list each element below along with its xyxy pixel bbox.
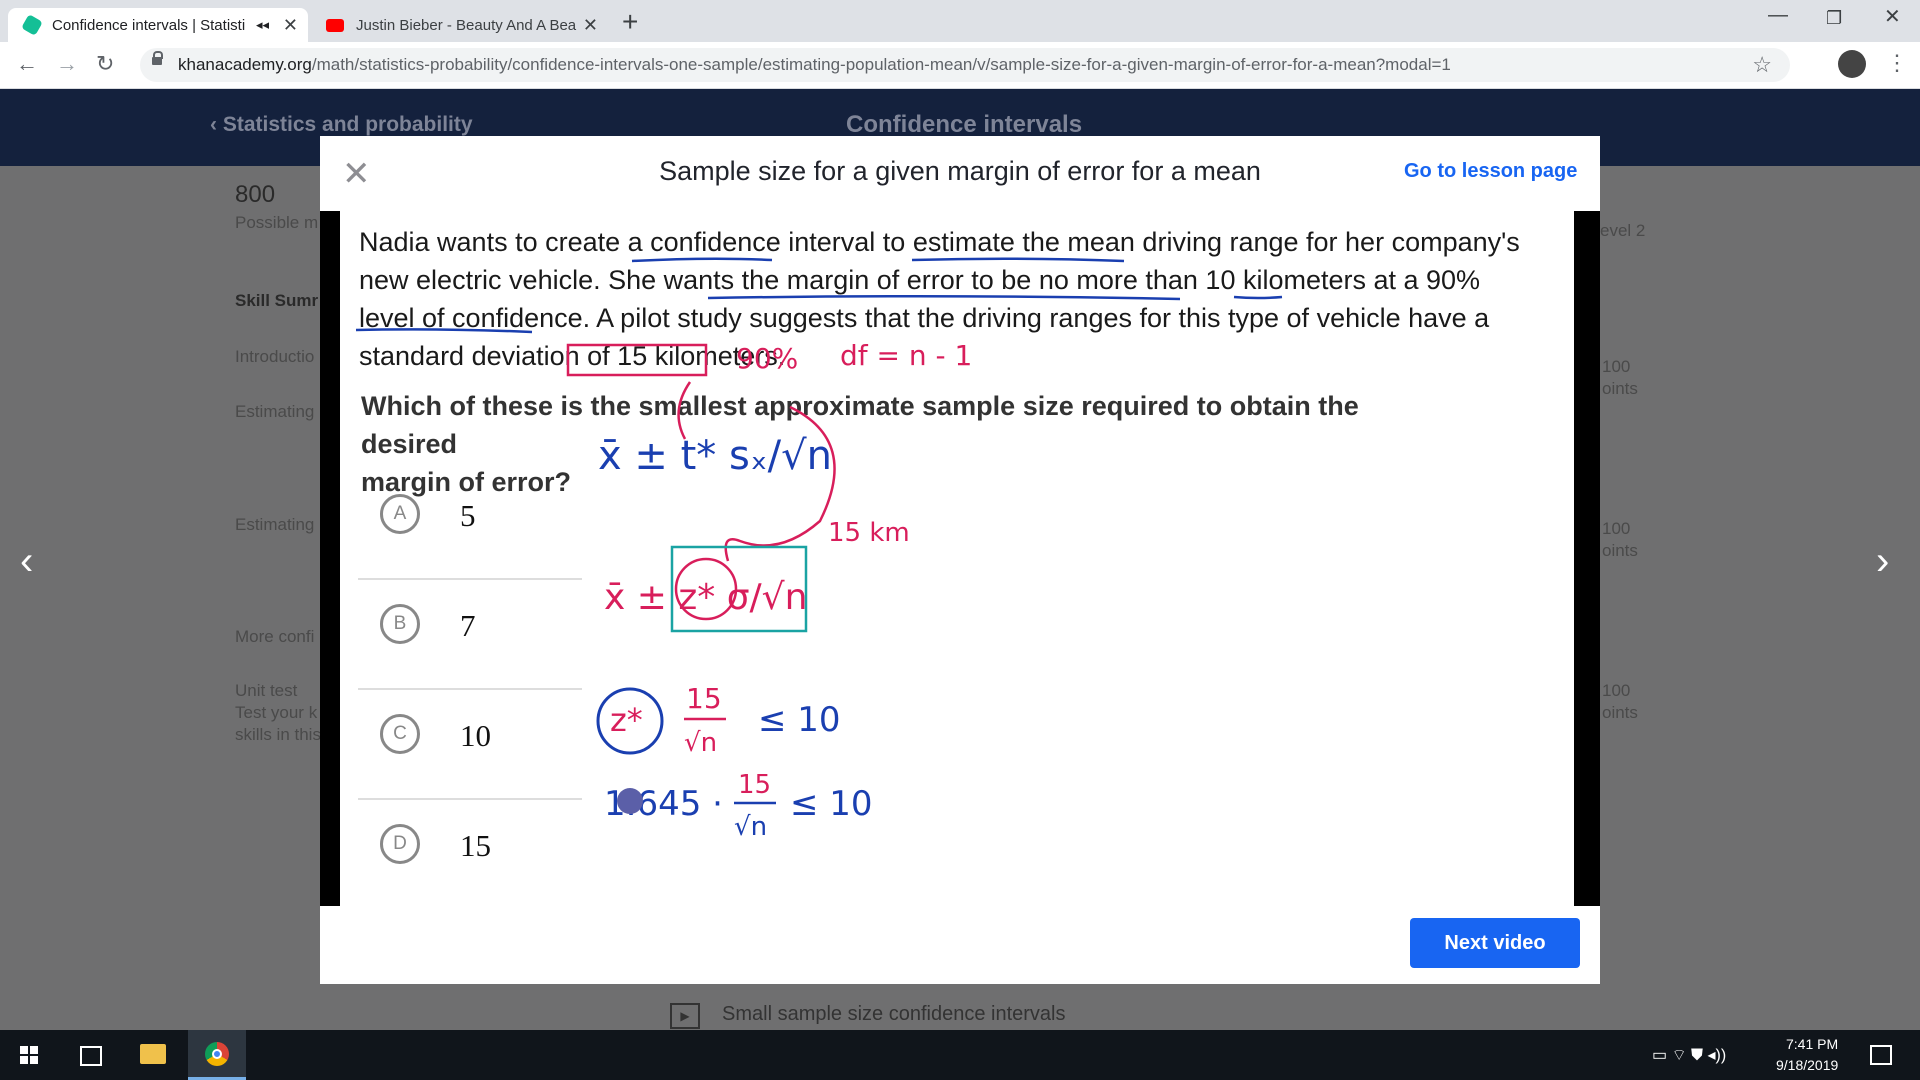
sidebar-item[interactable]: Estimating [235,402,314,422]
red-note: df = n - 1 [840,339,972,372]
red-note: 15 km [828,518,910,548]
next-arrow-icon[interactable]: › [1876,539,1889,584]
sidebar-item[interactable]: Estimating [235,515,314,535]
ineq1-rhs: ≤ 10 [758,700,841,740]
blue-underlines [355,257,1283,334]
next-video-button[interactable]: Next video [1410,918,1580,968]
points-badge: 100 [1602,357,1631,376]
task-view-icon[interactable] [80,1046,102,1066]
points-badge: oints [1602,541,1638,560]
clock-time[interactable]: 7:41 PM [1786,1036,1838,1052]
ineq2-den: √n [734,812,767,842]
breadcrumb[interactable]: ‹ Statistics and probability [210,113,473,137]
points-badge: 100 [1602,519,1631,538]
tab-title: Justin Bieber - Beauty And A Bea [356,16,577,34]
z-star: z* [610,701,643,739]
youtube-icon [326,18,344,32]
video-player[interactable]: Nadia wants to create a confidence inter… [320,211,1600,906]
system-tray-icons[interactable]: ▭ ⌔ ⛊ ◂)) [1652,1045,1726,1065]
skill-summary: Skill Sumr [235,291,319,310]
sidebar-item: skills in this [235,725,321,744]
points-badge: oints [1602,379,1638,398]
tab-title: Confidence intervals | Statisti [52,16,246,34]
sidebar-item: Test your k [235,703,318,722]
browser-toolbar: ← → ↻ khanacademy.org/math/statistics-pr… [0,42,1920,89]
play-icon[interactable]: ▶ [670,1003,700,1029]
red-curve [724,405,836,562]
section-title: Confidence intervals [846,111,1083,138]
ineq2-num: 15 [738,770,771,800]
level-label: evel 2 [1600,221,1646,240]
modal-footer: Next video [320,906,1600,984]
sidebar-item[interactable]: Unit test [235,681,297,701]
red-note: 90% [736,342,798,375]
formula-z: x̄ ± z* σ/√n [604,577,807,618]
go-to-lesson-link[interactable]: Go to lesson page [1404,160,1577,183]
window-close-icon[interactable]: ✕ [1884,4,1901,29]
red-box [566,343,708,377]
formula-t: x̄ ± t* sₓ/√n [598,433,832,479]
profile-avatar[interactable] [1838,50,1866,78]
points-badge: 100 [1602,681,1631,700]
minimize-icon[interactable]: — [1768,4,1788,27]
next-lesson-item[interactable]: Small sample size confidence intervals [722,1003,1066,1026]
points-badge: oints [1602,703,1638,722]
audio-icon: ◂◂ [256,17,270,32]
cursor-dot [617,788,643,814]
tab-bar: Confidence intervals | Statisti ◂◂ ✕ Jus… [0,0,1920,42]
address-bar[interactable]: khanacademy.org/math/statistics-probabil… [140,48,1790,82]
lock-icon [152,51,163,65]
video-modal: ✕ Sample size for a given margin of erro… [320,136,1600,984]
sidebar-item[interactable]: More confi [235,627,314,647]
tab-confidence-intervals[interactable]: Confidence intervals | Statisti ◂◂ ✕ [8,8,308,42]
ineq1-num: 15 [686,682,722,715]
chrome-icon[interactable] [188,1030,246,1080]
file-explorer-icon[interactable] [140,1044,166,1064]
points-value: 800 [235,181,276,208]
khan-academy-icon [21,14,43,36]
windows-taskbar: ▭ ⌔ ⛊ ◂)) 7:41 PM 9/18/2019 [0,1030,1920,1080]
forward-icon[interactable]: → [56,51,78,77]
sidebar-item[interactable]: Introductio [235,347,314,367]
ineq2-rhs: ≤ 10 [790,784,873,824]
previous-arrow-icon[interactable]: ‹ [20,539,33,584]
handwritten-annotations: 90% df = n - 1 15 km x̄ ± t* sₓ/√n x̄ ± … [355,257,1283,842]
menu-icon[interactable]: ⋮ [1886,50,1908,76]
tab-youtube[interactable]: Justin Bieber - Beauty And A Bea ✕ [312,8,608,42]
reload-icon[interactable]: ↻ [96,51,114,77]
red-arrow [677,381,692,440]
restore-icon[interactable]: ❐ [1826,8,1842,29]
url-text: khanacademy.org/math/statistics-probabil… [178,55,1451,74]
notifications-icon[interactable] [1870,1045,1892,1065]
new-tab-button[interactable]: + [622,6,638,38]
video-frame: Nadia wants to create a confidence inter… [340,211,1574,906]
ineq1-den: √n [684,728,717,758]
close-tab-icon[interactable]: ✕ [583,15,598,36]
points-label: Possible m [235,213,319,232]
bookmark-star-icon[interactable]: ☆ [1752,52,1772,78]
clock-date[interactable]: 9/18/2019 [1776,1057,1838,1073]
close-tab-icon[interactable]: ✕ [283,15,298,36]
windows-start-icon[interactable] [20,1046,38,1064]
back-icon[interactable]: ← [16,51,38,77]
